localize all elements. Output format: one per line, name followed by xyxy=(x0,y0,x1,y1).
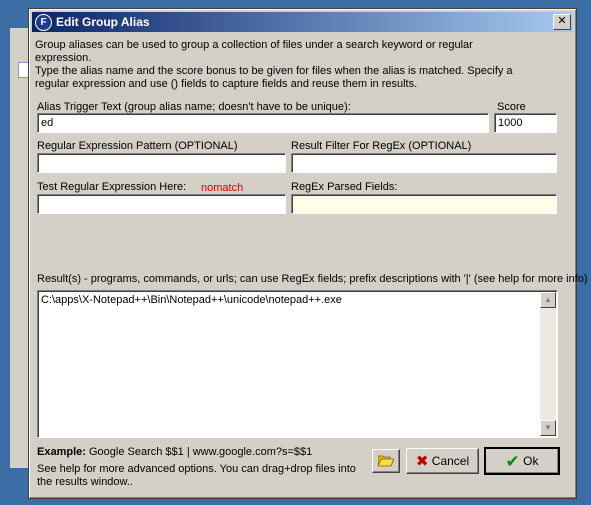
test-regex-label: Test Regular Expression Here: xyxy=(37,181,187,193)
alias-trigger-input[interactable] xyxy=(37,113,489,133)
example-text: Example: Google Search $$1 | www.google.… xyxy=(37,446,312,458)
example-content: Google Search $$1 | www.google.com?s=$$1 xyxy=(85,446,313,458)
results-scrollbar[interactable]: ▲ ▼ xyxy=(540,292,556,436)
open-folder-icon xyxy=(378,455,394,467)
title-bar[interactable]: F Edit Group Alias ✕ xyxy=(32,12,573,32)
result-filter-label: Result Filter For RegEx (OPTIONAL) xyxy=(291,140,472,152)
ok-check-icon: ✔ xyxy=(505,451,520,471)
result-filter-input[interactable] xyxy=(291,153,557,173)
cancel-x-icon: ✖ xyxy=(415,452,429,470)
scroll-up-button[interactable]: ▲ xyxy=(540,292,556,308)
dialog-title: Edit Group Alias xyxy=(56,15,150,29)
results-line: C:\apps\X-Notepad++\Bin\Notepad++\unicod… xyxy=(41,294,342,306)
description-line-2: Type the alias name and the score bonus … xyxy=(35,65,513,90)
test-regex-input[interactable] xyxy=(37,194,286,214)
results-label: Result(s) - programs, commands, or urls;… xyxy=(37,273,588,285)
example-bold: Example: xyxy=(37,446,86,458)
regex-pattern-input[interactable] xyxy=(37,153,286,173)
regex-pattern-label: Regular Expression Pattern (OPTIONAL) xyxy=(37,140,238,152)
ok-label: Ok xyxy=(523,454,539,468)
edit-group-alias-dialog: F Edit Group Alias ✕ Group aliases can b… xyxy=(28,8,588,499)
parsed-fields-output xyxy=(291,194,557,214)
test-status-text: nomatch xyxy=(201,182,244,194)
score-input[interactable] xyxy=(494,113,557,133)
description-line-1: Group aliases can be used to group a col… xyxy=(35,39,473,64)
help-text: See help for more advanced options. You … xyxy=(37,463,356,488)
description-text: Group aliases can be used to group a col… xyxy=(35,39,555,91)
app-icon: F xyxy=(35,14,52,31)
cancel-label: Cancel xyxy=(431,454,470,468)
alias-trigger-label: Alias Trigger Text (group alias name; do… xyxy=(37,101,351,113)
scroll-down-button[interactable]: ▼ xyxy=(540,420,556,436)
close-button[interactable]: ✕ xyxy=(553,14,571,30)
parsed-fields-label: RegEx Parsed Fields: xyxy=(291,181,398,193)
open-folder-button[interactable] xyxy=(372,449,400,473)
cancel-button[interactable]: ✖ Cancel xyxy=(406,448,479,474)
ok-button[interactable]: ✔ Ok xyxy=(484,447,560,475)
score-label: Score xyxy=(497,101,526,113)
results-textarea[interactable]: C:\apps\X-Notepad++\Bin\Notepad++\unicod… xyxy=(37,290,558,438)
